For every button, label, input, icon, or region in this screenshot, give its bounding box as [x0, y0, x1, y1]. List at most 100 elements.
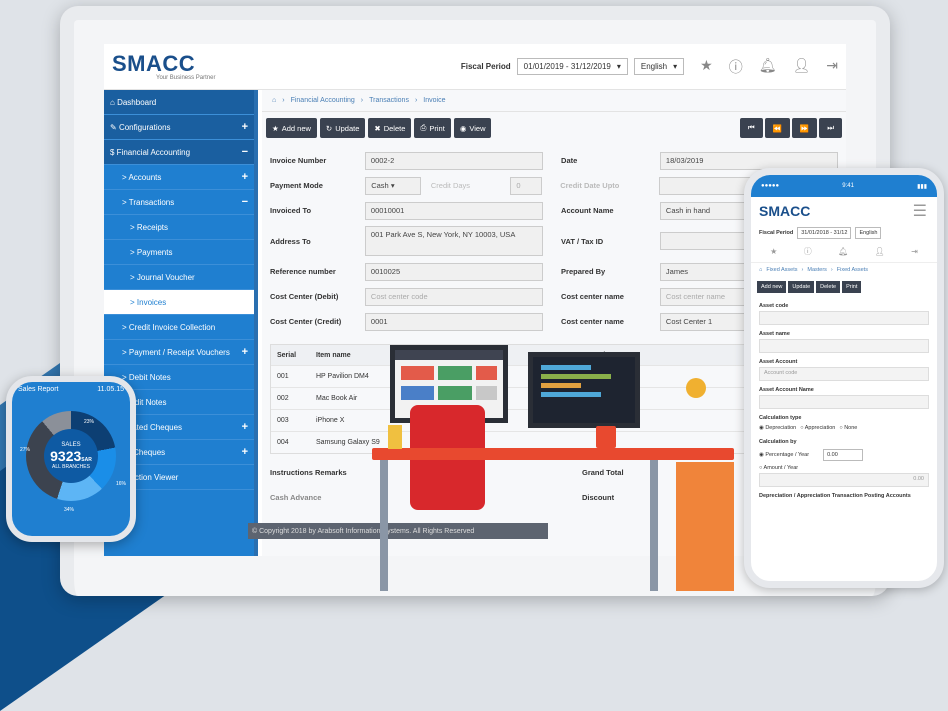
- previous-record-icon[interactable]: ⏪: [764, 118, 790, 138]
- watch-time: 11.05.15: [97, 386, 124, 393]
- desk-leg: [380, 460, 388, 591]
- info-icon[interactable]: ⓘ: [729, 57, 743, 77]
- top-bar: SMACC Your Business Partner Fiscal Perio…: [104, 44, 846, 90]
- sidebar-item-transactions[interactable]: > Transactions −: [104, 190, 254, 215]
- minus-icon: −: [241, 196, 248, 208]
- cost-center-credit-field[interactable]: 0001: [364, 312, 544, 331]
- asset-name-field[interactable]: [759, 339, 929, 353]
- fiscal-period-select[interactable]: 01/01/2019 - 31/12/2019 ▾: [516, 58, 628, 75]
- delete-label: Delete: [383, 123, 406, 133]
- home-icon: ⌂: [110, 97, 118, 107]
- payment-mode-value: Cash: [371, 181, 389, 190]
- phone-update-button[interactable]: Update: [788, 281, 815, 293]
- chevron-down-icon: ▾: [673, 62, 678, 71]
- bell-icon[interactable]: 🔔︎: [759, 57, 777, 77]
- cost-center-debit-label: Cost Center (Debit): [270, 292, 339, 301]
- logo-text: SMACC: [112, 50, 196, 76]
- phone-breadcrumb-item[interactable]: Masters: [807, 267, 827, 273]
- first-record-icon[interactable]: ⏮: [739, 118, 763, 138]
- donut-center: SALES 9323SAR ALL BRANCHES: [44, 429, 98, 483]
- phone-add-new-button[interactable]: Add new: [757, 281, 787, 293]
- cost-center-debit-field[interactable]: Cost center code: [364, 287, 544, 306]
- view-button[interactable]: ◉ View: [453, 118, 492, 138]
- mug-illustration: [596, 426, 616, 448]
- add-new-button[interactable]: ★ Add new: [266, 118, 317, 138]
- home-icon[interactable]: ⌂: [759, 267, 762, 273]
- radio-appreciation[interactable]: ○ Appreciation: [800, 425, 835, 431]
- asset-account-name-label: Asset Account Name: [759, 387, 814, 393]
- update-button[interactable]: ↻ Update: [319, 118, 366, 138]
- discount-label: Discount: [582, 493, 615, 502]
- sidebar-item-accounts[interactable]: > Accounts +: [104, 165, 254, 190]
- sidebar-item-credit-invoice-collection[interactable]: > Credit Invoice Collection: [104, 315, 254, 340]
- radio-amount[interactable]: ○ Amount / Year: [759, 465, 798, 471]
- address-field[interactable]: 001 Park Ave S, New York, NY 10003, USA: [364, 226, 544, 256]
- info-icon[interactable]: ⓘ: [804, 246, 812, 257]
- last-record-icon[interactable]: ⏭: [819, 118, 842, 138]
- breadcrumb-item[interactable]: Financial Accounting: [291, 97, 355, 104]
- copyright-text: © Copyright 2018 by Arabsoft Information…: [252, 527, 475, 535]
- user-icon[interactable]: 👤︎: [875, 247, 885, 256]
- sales-value-wrapper: 9323SAR: [44, 448, 98, 464]
- sales-value: 9323: [50, 448, 82, 464]
- asset-code-field[interactable]: [759, 311, 929, 325]
- sidebar-item-financial-accounting[interactable]: $ Financial Accounting −: [104, 140, 254, 165]
- cash-advance-label: Cash Advance: [270, 493, 322, 502]
- print-button[interactable]: ⎙ Print: [414, 118, 451, 138]
- menu-icon[interactable]: ☰: [913, 201, 927, 221]
- bell-icon[interactable]: 🔔︎: [838, 247, 848, 256]
- sidebar-item-payment-receipt-vouchers[interactable]: > Payment / Receipt Vouchers +: [104, 340, 254, 365]
- asset-account-name-field[interactable]: [759, 395, 929, 409]
- radio-none[interactable]: ○ None: [839, 425, 857, 431]
- asset-account-field[interactable]: Account code: [759, 367, 929, 381]
- invoice-number-field[interactable]: 0002-2: [364, 151, 544, 170]
- amount-field[interactable]: 0.00: [759, 473, 929, 487]
- payment-mode-select[interactable]: Cash ▾: [365, 176, 421, 195]
- radio-percentage[interactable]: ◉ Percentage / Year: [759, 452, 809, 458]
- breadcrumb: ⌂ › Financial Accounting › Transactions › I…: [262, 90, 846, 112]
- reference-number-field[interactable]: 0010025: [364, 262, 544, 281]
- delete-button[interactable]: ✖ Delete: [368, 118, 412, 138]
- logout-icon[interactable]: ⇥: [911, 247, 918, 256]
- percentage-field[interactable]: 0.00: [823, 449, 864, 461]
- language-select[interactable]: English ▾: [633, 58, 685, 75]
- phone-print-button[interactable]: Print: [842, 281, 862, 293]
- date-field[interactable]: 18/03/2019: [659, 151, 839, 170]
- user-icon[interactable]: 👤︎: [792, 57, 810, 77]
- cost-center-name-label: Cost center name: [561, 317, 624, 326]
- phone-breadcrumb-item[interactable]: Fixed Assets: [766, 267, 797, 273]
- address-label: Address To: [270, 236, 311, 246]
- credit-days-field[interactable]: 0: [510, 176, 543, 195]
- grand-total-label: Grand Total: [582, 468, 624, 477]
- phone-fiscal-select[interactable]: 31/01/2018 - 31/12: [797, 227, 852, 239]
- update-label: Update: [335, 123, 360, 133]
- breadcrumb-item: Invoice: [423, 97, 446, 104]
- sidebar-item-label: > Journal Voucher: [130, 272, 195, 282]
- watch-mockup: Sales Report 11.05.15 SALES 9323SAR ALL …: [6, 376, 136, 542]
- add-new-label: Add new: [281, 123, 311, 133]
- date-label: Date: [561, 156, 578, 165]
- sidebar-item-journal-voucher[interactable]: > Journal Voucher: [104, 265, 254, 290]
- sidebar-item-label: Dashboard: [117, 97, 157, 107]
- sidebar-item-configurations[interactable]: ✎ Configurations +: [104, 115, 254, 140]
- sidebar-item-payments[interactable]: > Payments: [104, 240, 254, 265]
- cost-center-name-label: Cost center name: [561, 292, 624, 301]
- phone-language-select[interactable]: English: [855, 227, 882, 239]
- top-controls: Fiscal Period 01/01/2019 - 31/12/2019 ▾ E…: [461, 57, 838, 77]
- breadcrumb-item[interactable]: Transactions: [369, 97, 409, 104]
- app-logo[interactable]: SMACC Your Business Partner: [112, 50, 215, 81]
- home-icon[interactable]: ⌂: [272, 97, 276, 104]
- next-record-icon[interactable]: ⏩: [791, 118, 818, 138]
- phone-delete-button[interactable]: Delete: [816, 281, 841, 293]
- watch-header: Sales Report 11.05.15: [12, 382, 130, 397]
- star-icon[interactable]: ★: [700, 57, 713, 77]
- sidebar-item-invoices[interactable]: > Invoices: [104, 290, 254, 315]
- invoiced-to-field[interactable]: 00010001: [364, 201, 544, 220]
- radio-depreciation[interactable]: ◉ Depreciation: [759, 425, 796, 431]
- star-icon[interactable]: ★: [770, 247, 777, 256]
- sidebar-item-receipts[interactable]: > Receipts: [104, 215, 254, 240]
- radio-label: Amount / Year: [763, 465, 799, 471]
- logout-icon[interactable]: ⇥: [826, 57, 838, 77]
- calc-type-label: Calculation type: [759, 415, 802, 421]
- sidebar-item-dashboard[interactable]: ⌂ Dashboard: [104, 90, 254, 115]
